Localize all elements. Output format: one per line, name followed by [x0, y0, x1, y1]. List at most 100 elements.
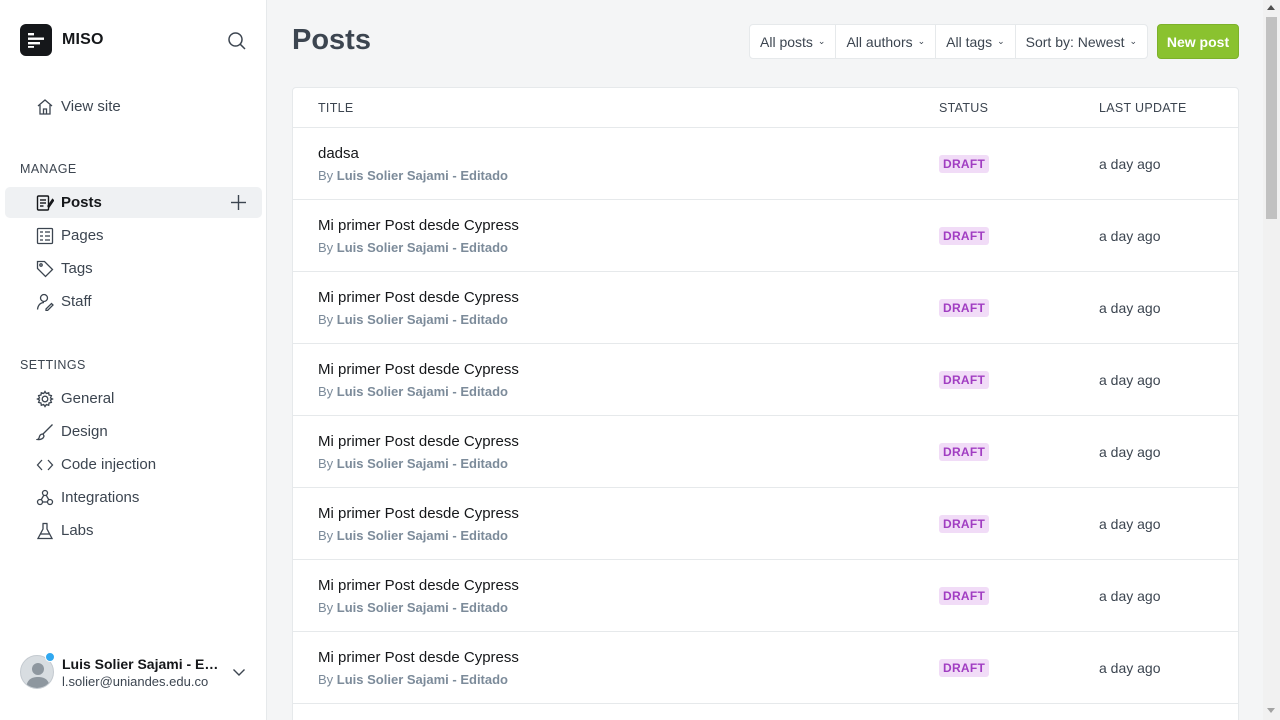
post-byline: By Luis Solier Sajami - Editado: [318, 600, 508, 615]
byline-prefix: By: [318, 528, 334, 543]
post-title[interactable]: Mi primer Post desde Cypress: [318, 505, 519, 522]
nav-code-injection-label: Code injection: [61, 456, 157, 473]
nav-design-label: Design: [61, 423, 108, 440]
post-last-update: a day ago: [1099, 228, 1161, 244]
sidebar: MISO View site MANAGE Posts Pages Tags S…: [0, 0, 267, 720]
scrollbar[interactable]: [1263, 0, 1280, 720]
posts-table: TITLE STATUS LAST UPDATE dadsa By Luis S…: [292, 87, 1239, 720]
sort-select[interactable]: Sort by: Newest ⌄: [1016, 25, 1147, 58]
post-byline: By Luis Solier Sajami - Editado: [318, 672, 508, 687]
byline-prefix: By: [318, 600, 334, 615]
post-title[interactable]: Mi primer Post desde Cypress: [318, 361, 519, 378]
home-icon: [36, 98, 54, 116]
status-badge: DRAFT: [939, 515, 990, 533]
byline-prefix: By: [318, 384, 334, 399]
brush-icon: [35, 423, 54, 441]
filter-type-label: All posts: [760, 33, 813, 50]
post-byline: By Luis Solier Sajami - Editado: [318, 312, 508, 327]
page-title: Posts: [292, 24, 371, 56]
filter-author-select[interactable]: All authors ⌄: [836, 25, 937, 58]
search-icon[interactable]: [226, 30, 248, 52]
byline-prefix: By: [318, 312, 334, 327]
integrations-icon: [36, 489, 54, 507]
post-last-update: a day ago: [1099, 516, 1161, 532]
status-badge: DRAFT: [939, 227, 990, 245]
post-title[interactable]: Mi primer Post desde Cypress: [318, 217, 519, 234]
chevron-down-icon: ⌄: [917, 36, 926, 46]
notification-dot: [45, 652, 55, 662]
post-byline: By Luis Solier Sajami - Editado: [318, 384, 508, 399]
column-status: STATUS: [939, 101, 989, 115]
table-row[interactable]: Mi primer Post desde Cypress By Luis Sol…: [293, 272, 1238, 344]
settings-section-title: SETTINGS: [20, 358, 86, 372]
post-author: Luis Solier Sajami - Editado: [336, 672, 508, 687]
table-row[interactable]: dadsa By Luis Solier Sajami - Editado DR…: [293, 128, 1238, 200]
post-title[interactable]: Mi primer Post desde Cypress: [318, 289, 519, 306]
post-last-update: a day ago: [1099, 300, 1161, 316]
flask-icon: [36, 522, 54, 540]
column-last-update: LAST UPDATE: [1099, 101, 1187, 115]
post-author: Luis Solier Sajami - Editado: [336, 312, 508, 327]
byline-prefix: By: [318, 168, 334, 183]
table-row[interactable]: Mi primer Post desde Cypress By Luis Sol…: [293, 632, 1238, 704]
gear-icon: [36, 390, 54, 408]
status-badge: DRAFT: [939, 299, 990, 317]
post-author: Luis Solier Sajami - Editado: [336, 168, 508, 183]
nav-general[interactable]: General: [5, 383, 262, 414]
post-last-update: a day ago: [1099, 660, 1161, 676]
nav-code-injection[interactable]: Code injection: [5, 449, 262, 480]
scroll-up-arrow-icon[interactable]: [1267, 5, 1275, 10]
post-author: Luis Solier Sajami - Editado: [336, 528, 508, 543]
filter-author-label: All authors: [846, 33, 913, 50]
post-author: Luis Solier Sajami - Editado: [336, 456, 508, 471]
nav-pages[interactable]: Pages: [5, 220, 262, 251]
manage-section-title: MANAGE: [20, 162, 77, 176]
nav-posts-label: Posts: [61, 194, 102, 211]
nav-labs[interactable]: Labs: [5, 515, 262, 546]
posts-icon: [36, 194, 55, 212]
nav-integrations[interactable]: Integrations: [5, 482, 262, 513]
brand[interactable]: MISO: [20, 24, 104, 56]
post-author: Luis Solier Sajami - Editado: [336, 384, 508, 399]
filter-type-select[interactable]: All posts ⌄: [750, 25, 837, 58]
nav-integrations-label: Integrations: [61, 489, 140, 506]
nav-posts[interactable]: Posts: [5, 187, 262, 218]
nav-design[interactable]: Design: [5, 416, 262, 447]
status-badge: DRAFT: [939, 659, 990, 677]
code-icon: [36, 456, 54, 474]
nav-staff-label: Staff: [61, 293, 92, 310]
table-row[interactable]: Mi primer Post desde Cypress By Luis Sol…: [293, 560, 1238, 632]
chevron-down-icon: ⌄: [817, 36, 826, 46]
nav-staff[interactable]: Staff: [5, 286, 262, 317]
post-title[interactable]: Mi primer Post desde Cypress: [318, 577, 519, 594]
user-menu[interactable]: Luis Solier Sajami - Editado l.solier@un…: [20, 652, 250, 692]
table-row[interactable]: Mi primer Post desde Cypress By Luis Sol…: [293, 200, 1238, 272]
post-author: Luis Solier Sajami - Editado: [336, 600, 508, 615]
post-title[interactable]: dadsa: [318, 145, 359, 162]
status-badge: DRAFT: [939, 371, 990, 389]
scroll-thumb[interactable]: [1266, 17, 1277, 219]
sort-label: Sort by: Newest: [1025, 33, 1125, 50]
post-author: Luis Solier Sajami - Editado: [336, 240, 508, 255]
post-last-update: a day ago: [1099, 588, 1161, 604]
byline-prefix: By: [318, 240, 334, 255]
scroll-down-arrow-icon[interactable]: [1267, 708, 1275, 713]
post-title[interactable]: Mi primer Post desde Cypress: [318, 433, 519, 450]
table-row[interactable]: Mi primer Post desde Cypress By Luis Sol…: [293, 416, 1238, 488]
chevron-down-icon[interactable]: [232, 665, 246, 679]
nav-view-site[interactable]: View site: [5, 91, 262, 122]
filter-tag-select[interactable]: All tags ⌄: [936, 25, 1016, 58]
post-byline: By Luis Solier Sajami - Editado: [318, 240, 508, 255]
chevron-down-icon: ⌄: [1129, 36, 1138, 46]
status-badge: DRAFT: [939, 587, 990, 605]
post-title[interactable]: Mi primer Post desde Cypress: [318, 649, 519, 666]
table-row[interactable]: Mi primer Post desde Cypress By Luis Sol…: [293, 488, 1238, 560]
table-row[interactable]: Mi primer Post desde Cypress By Luis Sol…: [293, 344, 1238, 416]
new-post-button[interactable]: New post: [1157, 24, 1239, 59]
byline-prefix: By: [318, 672, 334, 687]
nav-tags[interactable]: Tags: [5, 253, 262, 284]
post-byline: By Luis Solier Sajami - Editado: [318, 456, 508, 471]
add-post-icon[interactable]: [229, 193, 248, 212]
post-last-update: a day ago: [1099, 372, 1161, 388]
user-name: Luis Solier Sajami - Editado: [62, 655, 226, 672]
